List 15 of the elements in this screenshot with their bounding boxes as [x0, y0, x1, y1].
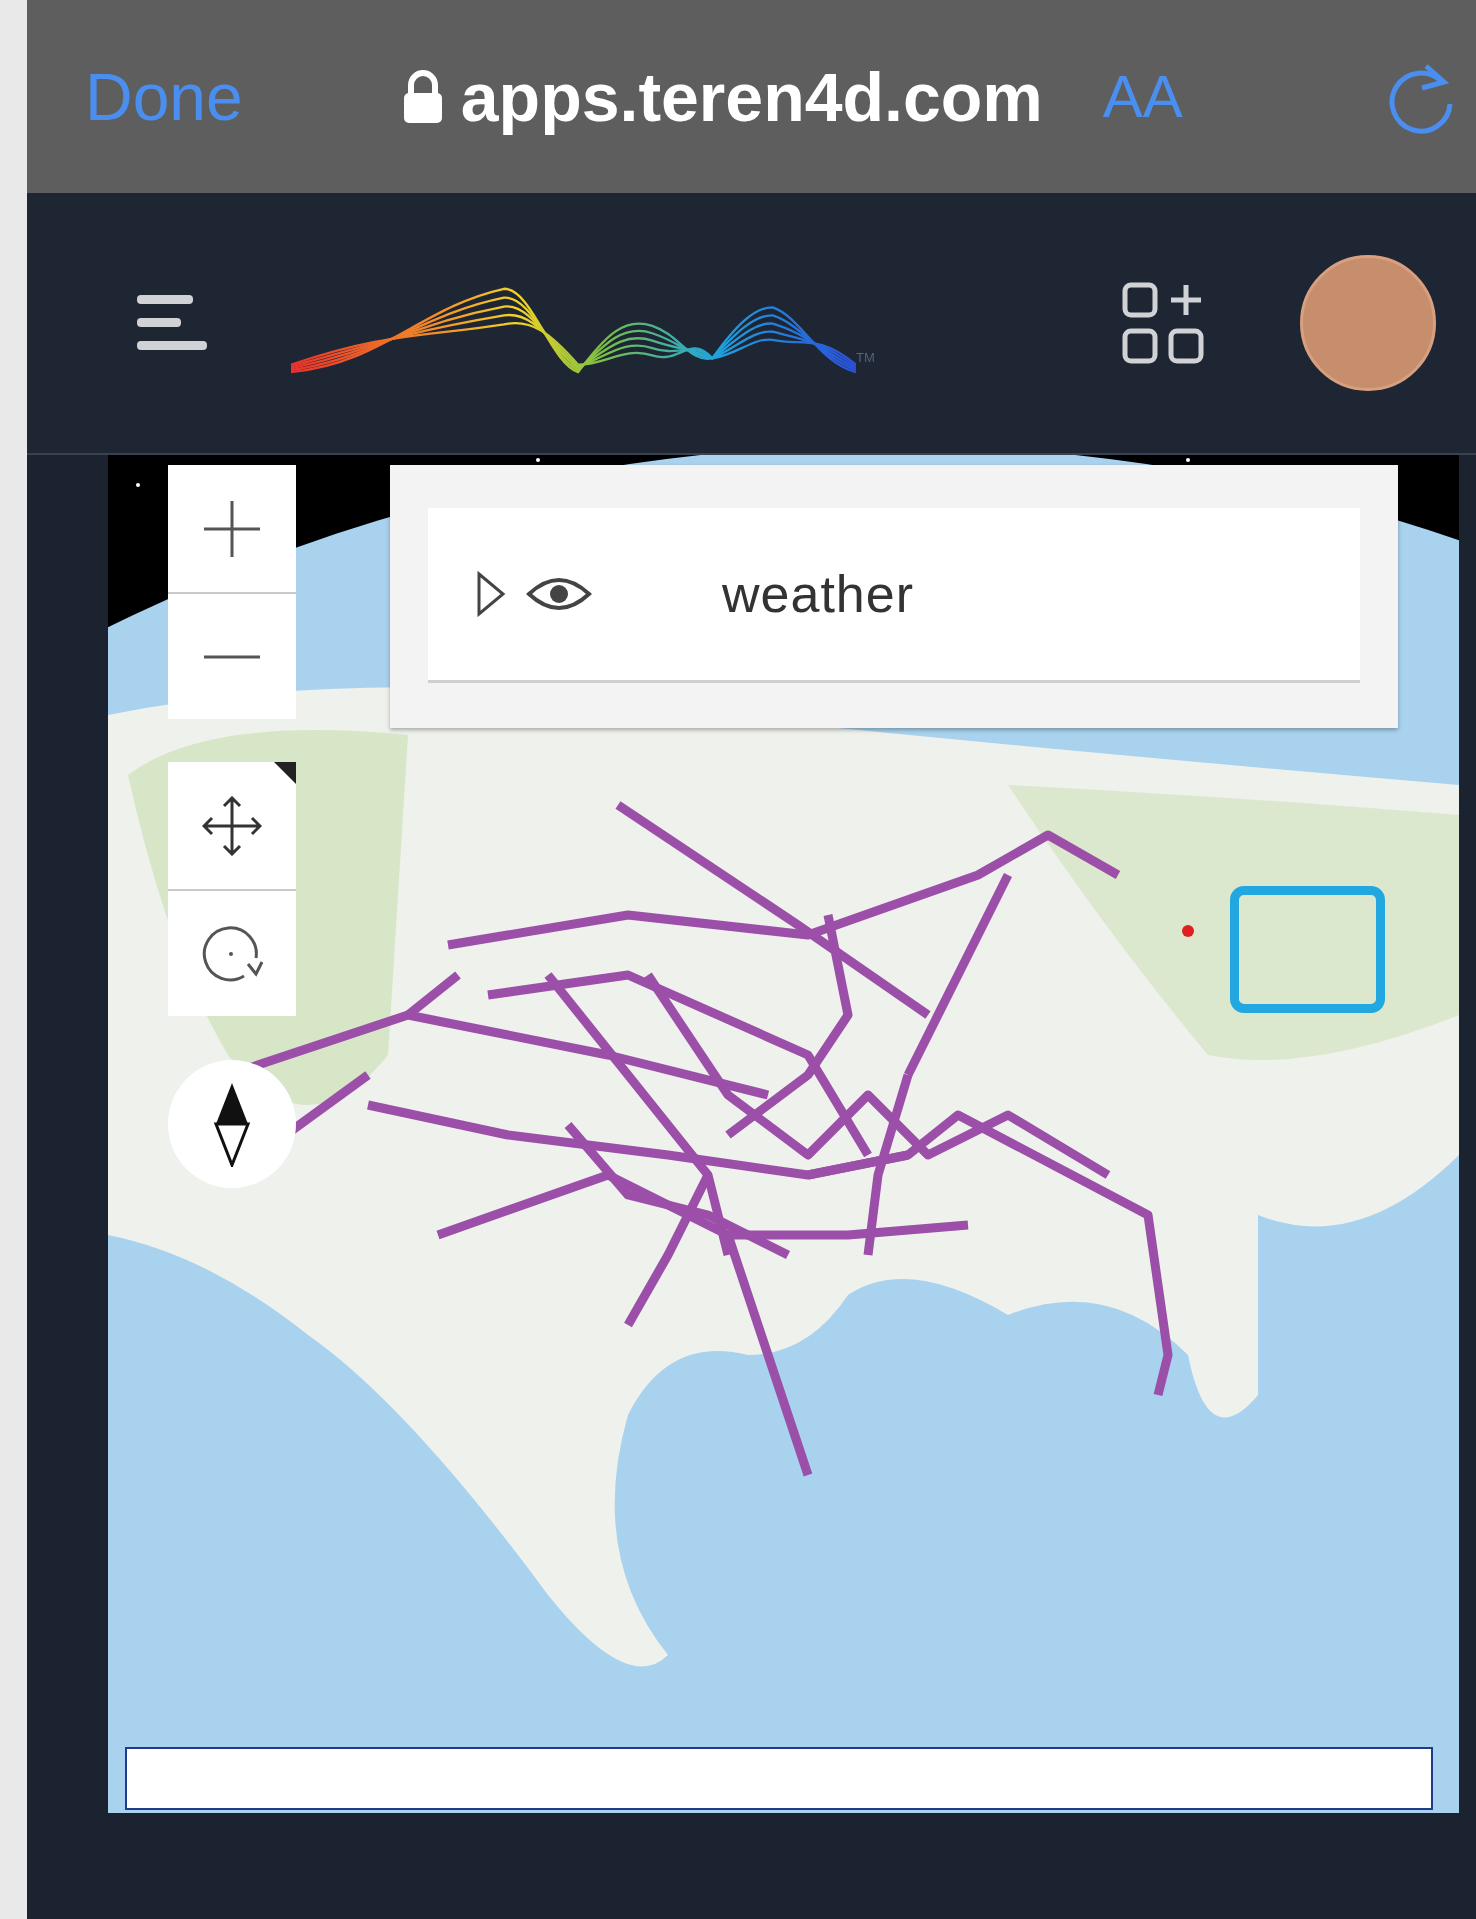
- menu-icon[interactable]: [137, 293, 207, 353]
- caret-icon[interactable]: [476, 571, 506, 617]
- layer-name: weather: [722, 564, 914, 624]
- add-widget-icon[interactable]: [1122, 282, 1204, 364]
- lock-icon: [402, 69, 443, 124]
- corner-triangle-icon: [274, 762, 296, 784]
- trademark-text: TM: [856, 350, 875, 365]
- layer-item[interactable]: weather: [428, 508, 1360, 683]
- plus-icon: [202, 498, 262, 559]
- compass-icon: [212, 1081, 252, 1167]
- move-icon: [202, 795, 262, 856]
- input-field[interactable]: [125, 1747, 1433, 1810]
- rotate-icon: [200, 923, 264, 984]
- url-text[interactable]: apps.teren4d.com: [460, 57, 1043, 136]
- minus-icon: [202, 653, 262, 660]
